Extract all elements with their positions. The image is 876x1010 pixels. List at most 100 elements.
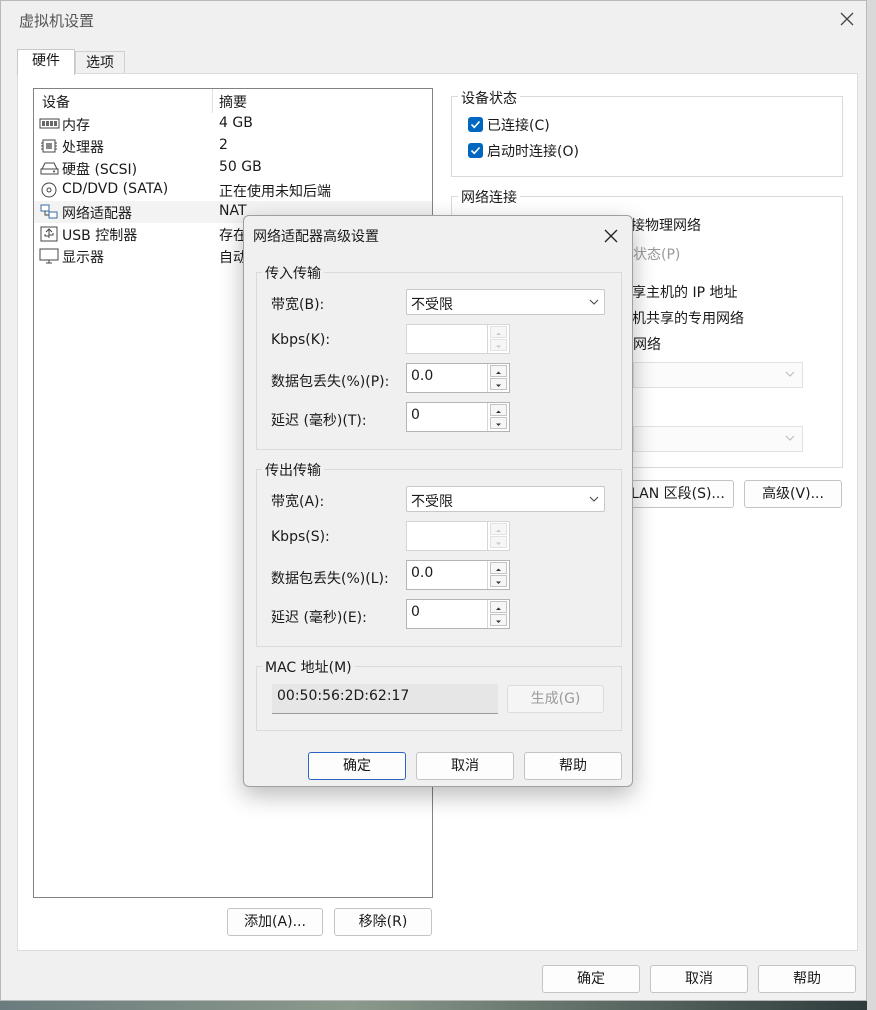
caret-down-icon (496, 423, 501, 426)
tab-hardware[interactable]: 硬件 (17, 49, 75, 75)
device-row-processor[interactable]: 处理器 2 (34, 135, 432, 157)
outgoing-packet-loss-input[interactable]: 0.0 (406, 560, 510, 590)
device-summary: 2 (219, 137, 228, 153)
spinner (487, 600, 509, 628)
device-name: 网络适配器 (62, 206, 132, 222)
spinner (487, 561, 509, 589)
spin-up-button[interactable] (490, 404, 507, 416)
caret-down-icon (496, 581, 501, 584)
cancel-button[interactable]: 取消 (650, 965, 748, 993)
dialog-ok-button[interactable]: 确定 (308, 752, 406, 780)
device-row-harddisk[interactable]: 硬盘 (SCSI) 50 GB (34, 157, 432, 179)
display-icon (39, 248, 61, 264)
mac-address-title: MAC 地址(M) (262, 657, 355, 677)
spin-down-button[interactable] (490, 575, 507, 587)
spin-up-button[interactable] (490, 365, 507, 377)
column-header-device[interactable]: 设备 (42, 92, 70, 112)
outgoing-latency-value: 0 (411, 604, 420, 620)
device-name: 内存 (62, 118, 90, 134)
network-adapter-advanced-dialog: 网络适配器高级设置 传入传输 带宽(B): 不受限 Kbps(K): 数据包丢失… (243, 215, 633, 787)
incoming-bandwidth-select[interactable]: 不受限 (406, 289, 605, 315)
add-device-button[interactable]: 添加(A)... (227, 908, 323, 936)
outgoing-transfer-title: 传出传输 (262, 460, 324, 480)
lan-segment-select (633, 426, 803, 452)
device-row-cddvd[interactable]: CD/DVD (SATA) 正在使用未知后端 (34, 179, 432, 201)
incoming-latency-input[interactable]: 0 (406, 402, 510, 432)
incoming-packet-loss-label: 数据包丢失(%)(P): (271, 374, 390, 390)
usb-icon (39, 226, 61, 242)
connect-at-power-on-label[interactable]: 启动时连接(O) (487, 141, 579, 161)
dialog-help-button[interactable]: 帮助 (524, 752, 622, 780)
custom-network-select (633, 362, 803, 388)
spin-down-button[interactable] (490, 614, 507, 626)
dialog-title: 网络适配器高级设置 (253, 229, 379, 245)
outgoing-kbps-input (406, 521, 510, 551)
device-name: 处理器 (62, 140, 104, 156)
caret-down-icon (496, 384, 501, 387)
network-option-nat-text[interactable]: 享主机的 IP 地址 (632, 282, 737, 302)
spin-up-button (490, 523, 507, 535)
incoming-latency-value: 0 (411, 407, 420, 423)
incoming-packet-loss-input[interactable]: 0.0 (406, 363, 510, 393)
incoming-latency-label: 延迟 (毫秒)(T): (271, 413, 367, 429)
outgoing-latency-input[interactable]: 0 (406, 599, 510, 629)
spinner (487, 325, 509, 353)
mac-address-value: 00:50:56:2D:62:17 (277, 688, 410, 704)
network-option-custom-text[interactable]: 网络 (633, 334, 661, 354)
caret-down-icon (496, 620, 501, 623)
caret-up-icon (496, 607, 501, 610)
caret-up-icon (496, 332, 501, 335)
close-icon (604, 229, 618, 243)
dialog-close-button[interactable] (600, 225, 622, 247)
help-button[interactable]: 帮助 (758, 965, 856, 993)
caret-down-icon (496, 345, 501, 348)
generate-mac-button: 生成(G) (507, 685, 604, 713)
spinner (487, 364, 509, 392)
device-name: USB 控制器 (62, 228, 138, 244)
caret-up-icon (496, 529, 501, 532)
spin-up-button[interactable] (490, 562, 507, 574)
caret-down-icon (496, 542, 501, 545)
device-list-header: 设备 摘要 (34, 89, 432, 113)
cd-icon (39, 182, 61, 198)
caret-up-icon (496, 568, 501, 571)
checkmark-icon (470, 146, 481, 155)
device-name: CD/DVD (SATA) (62, 181, 169, 197)
spin-down-button (490, 536, 507, 548)
spin-up-button[interactable] (490, 601, 507, 613)
connect-at-power-on-checkbox[interactable] (468, 143, 483, 158)
advanced-button[interactable]: 高级(V)... (744, 480, 842, 508)
ok-button[interactable]: 确定 (542, 965, 640, 993)
dialog-cancel-button[interactable]: 取消 (416, 752, 514, 780)
desktop-background-right (867, 0, 876, 1010)
outgoing-packet-loss-value: 0.0 (411, 565, 434, 581)
caret-up-icon (496, 410, 501, 413)
tab-options[interactable]: 选项 (75, 51, 125, 75)
network-option-hostonly-text[interactable]: 机共享的专用网络 (632, 308, 744, 328)
spinner (487, 403, 509, 431)
window-close-button[interactable] (835, 7, 859, 31)
incoming-kbps-label: Kbps(K): (271, 332, 331, 348)
device-summary: 4 GB (219, 115, 253, 131)
window-title: 虚拟机设置 (19, 12, 95, 30)
device-row-memory[interactable]: 内存 4 GB (34, 113, 432, 135)
outgoing-latency-label: 延迟 (毫秒)(E): (271, 610, 367, 626)
outgoing-kbps-label: Kbps(S): (271, 529, 330, 545)
connected-label[interactable]: 已连接(C) (487, 115, 550, 135)
device-summary: 正在使用未知后端 (219, 184, 331, 200)
network-connection-title: 网络连接 (458, 187, 520, 207)
spin-down-button[interactable] (490, 417, 507, 429)
incoming-transfer-title: 传入传输 (262, 263, 324, 283)
network-option-bridged-text[interactable]: 接物理网络 (631, 215, 701, 235)
column-header-summary[interactable]: 摘要 (219, 92, 247, 112)
connected-checkbox[interactable] (468, 117, 483, 132)
column-separator[interactable] (212, 89, 213, 113)
checkmark-icon (470, 120, 481, 129)
outgoing-bandwidth-select[interactable]: 不受限 (406, 486, 605, 512)
spin-down-button[interactable] (490, 378, 507, 390)
mac-address-field[interactable]: 00:50:56:2D:62:17 (272, 684, 498, 714)
outgoing-packet-loss-label: 数据包丢失(%)(L): (271, 571, 389, 587)
memory-icon (39, 116, 61, 132)
remove-device-button[interactable]: 移除(R) (334, 908, 432, 936)
device-status-title: 设备状态 (458, 88, 520, 108)
